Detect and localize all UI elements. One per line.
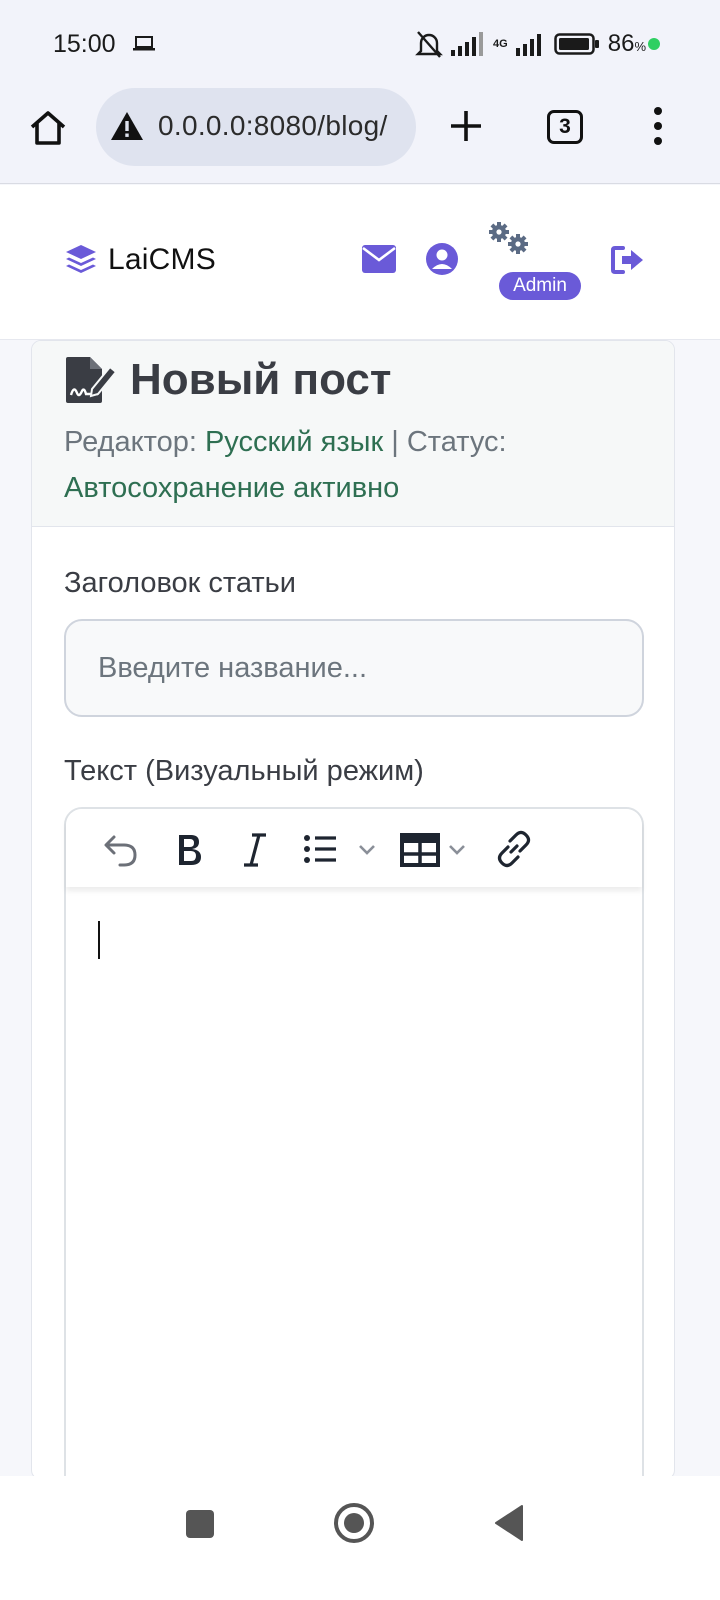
signal-icon	[451, 32, 484, 56]
editor-language: Русский язык	[204, 426, 384, 458]
status-time: 15:00	[53, 30, 116, 58]
editor-meta: Редактор: Русский язык | Статус: Автосох…	[64, 419, 654, 511]
file-signature-icon	[66, 357, 118, 403]
gears-icon[interactable]	[487, 221, 531, 255]
system-nav-bar	[0, 1476, 720, 1600]
recents-icon[interactable]	[186, 1510, 214, 1538]
autosave-status: Автосохранение активно	[64, 472, 400, 504]
url-text[interactable]: 0.0.0.0:8080/blog/	[158, 110, 388, 142]
editor-label: Редактор:	[64, 426, 197, 458]
envelope-icon[interactable]	[362, 245, 396, 273]
bold-button[interactable]	[174, 829, 204, 869]
editor-content-area[interactable]	[66, 887, 642, 1479]
table-icon	[400, 833, 465, 867]
tab-switcher-button[interactable]: 3	[547, 110, 583, 144]
bullet-list-button[interactable]	[302, 829, 382, 869]
status-icons: 4G 86%	[415, 28, 646, 60]
card-header: Новый пост Редактор: Русский язык | Стат…	[32, 341, 674, 527]
logout-icon[interactable]	[610, 245, 646, 275]
home-icon[interactable]	[28, 108, 68, 148]
italic-icon	[244, 833, 266, 867]
rich-text-editor	[64, 807, 644, 1479]
status-bar: 15:00 4G 86%	[0, 0, 720, 88]
editor-toolbar	[66, 809, 642, 887]
title-label: Заголовок статьи	[64, 567, 296, 599]
admin-badge[interactable]: Admin	[499, 272, 581, 300]
brand-link[interactable]: LaiCMS	[64, 243, 216, 277]
bell-off-icon	[415, 31, 443, 58]
brand-name: LaiCMS	[108, 243, 216, 276]
browser-toolbar: 0.0.0.0:8080/blog/ 3	[0, 88, 720, 184]
new-tab-icon[interactable]	[448, 108, 484, 144]
layer-group-icon	[66, 245, 96, 273]
bullet-list-icon	[304, 835, 375, 863]
warning-icon[interactable]	[110, 110, 144, 142]
undo-icon	[104, 835, 137, 867]
back-icon[interactable]	[494, 1504, 524, 1542]
home-button-icon[interactable]	[332, 1501, 376, 1545]
privacy-dot-icon	[648, 38, 660, 50]
user-circle-icon[interactable]	[425, 242, 459, 276]
signal-icon-2	[515, 34, 541, 56]
italic-button[interactable]	[242, 829, 268, 869]
more-vert-icon[interactable]	[650, 106, 666, 146]
battery-icon	[553, 33, 599, 55]
card-title-text: Новый пост	[130, 355, 392, 404]
page-title: Новый пост	[64, 355, 391, 405]
address-bar[interactable]: 0.0.0.0:8080/blog/	[96, 88, 416, 166]
undo-button[interactable]	[102, 829, 140, 869]
body-label: Текст (Визуальный режим)	[64, 755, 424, 787]
link-icon	[497, 830, 531, 868]
laptop-icon	[133, 36, 155, 51]
battery-text: 86%	[607, 30, 646, 57]
network-type: 4G	[493, 37, 508, 50]
site-navbar: LaiCMS Admin	[0, 185, 720, 340]
title-input[interactable]	[64, 619, 644, 717]
bold-icon	[179, 835, 201, 865]
status-label: Статус:	[406, 426, 507, 458]
post-editor-card: Новый пост Редактор: Русский язык | Стат…	[31, 340, 675, 1480]
text-caret	[98, 921, 100, 959]
link-button[interactable]	[494, 829, 534, 869]
table-button[interactable]	[400, 829, 474, 869]
meta-separator: |	[383, 426, 407, 458]
